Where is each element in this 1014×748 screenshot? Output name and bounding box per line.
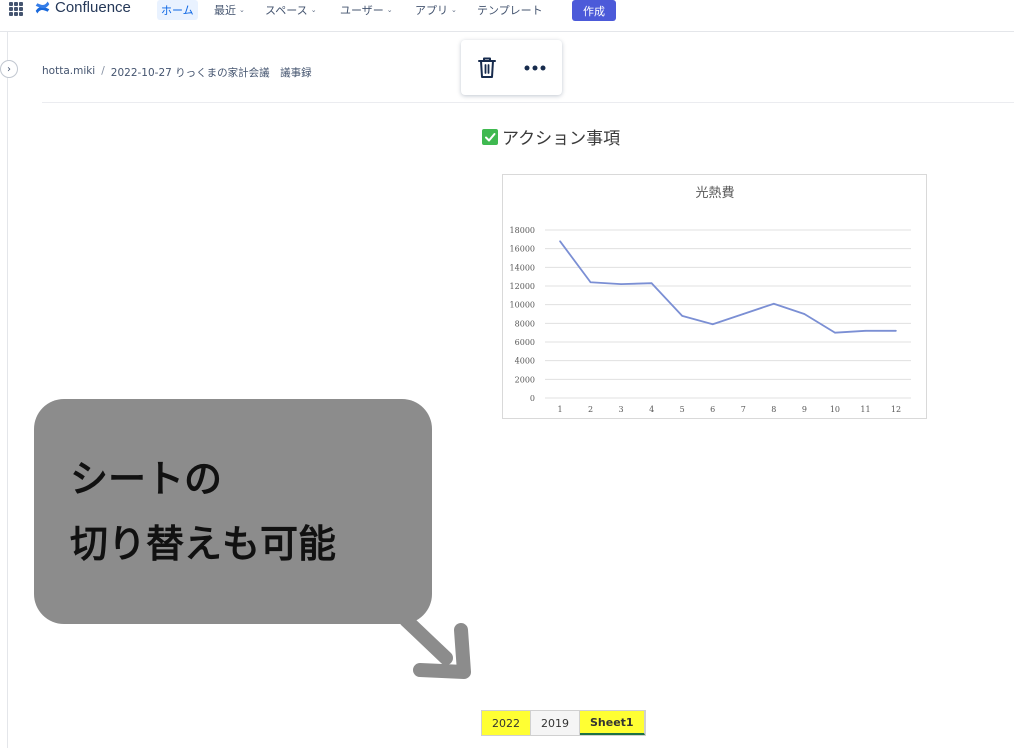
x-tick-label: 1 — [557, 405, 562, 414]
x-tick-label: 2 — [588, 405, 593, 414]
checkbox-checked-icon — [482, 128, 498, 145]
nav-spaces[interactable]: スペース ⌄ — [265, 0, 317, 20]
data-point — [864, 330, 867, 332]
divider — [42, 102, 1014, 103]
y-tick-label: 18000 — [510, 226, 535, 235]
chevron-down-icon: ⌄ — [386, 6, 393, 14]
data-point — [681, 315, 683, 317]
more-options-button[interactable] — [520, 53, 550, 83]
y-tick-label: 4000 — [515, 357, 535, 366]
data-point — [773, 302, 775, 305]
callout-line-2: 切り替えも可能 — [70, 521, 337, 566]
data-point — [650, 282, 653, 284]
x-tick-label: 9 — [802, 405, 807, 414]
x-tick-label: 7 — [741, 405, 746, 414]
arrow-down-right-icon — [399, 613, 471, 679]
y-tick-label: 12000 — [510, 282, 535, 291]
y-tick-label: 14000 — [510, 263, 535, 272]
annotation-callout: シートの 切り替えも可能 — [34, 399, 432, 624]
x-tick-label: 5 — [680, 405, 685, 414]
chart-title: 光熱費 — [695, 186, 734, 201]
section-heading: アクション事項 — [482, 124, 620, 149]
delete-button[interactable] — [472, 53, 502, 83]
callout-line-1: シートの — [70, 457, 223, 501]
trash-icon — [478, 57, 496, 78]
y-tick-label: 2000 — [515, 375, 535, 384]
data-point — [742, 313, 745, 315]
breadcrumb: hotta.miki / 2022-10-27 りっくまの家計会議 議事録 — [42, 65, 312, 80]
more-horizontal-icon — [524, 65, 546, 71]
nav-spaces-label: スペース — [265, 4, 308, 17]
nav-recent[interactable]: 最近 ⌄ — [214, 0, 245, 20]
chevron-right-icon: › — [7, 63, 11, 75]
data-point — [711, 323, 714, 326]
confluence-mark-icon — [35, 1, 50, 14]
nav-people-label: ユーザー — [340, 4, 384, 17]
macro-toolbar — [461, 40, 562, 95]
nav-people[interactable]: ユーザー ⌄ — [340, 0, 393, 20]
nav-home-label: ホーム — [161, 4, 194, 17]
nav-home[interactable]: ホーム — [157, 0, 198, 20]
x-tick-label: 10 — [830, 405, 840, 414]
create-button[interactable]: 作成 — [572, 0, 616, 21]
app-switcher-icon[interactable] — [9, 2, 23, 16]
x-tick-label: 6 — [710, 405, 715, 414]
data-point — [559, 240, 561, 242]
y-tick-label: 0 — [530, 394, 535, 403]
y-tick-label: 16000 — [510, 245, 535, 254]
x-tick-label: 12 — [891, 405, 901, 414]
x-tick-label: 11 — [860, 405, 870, 414]
sheet-tab-2019[interactable]: 2019 — [531, 711, 580, 735]
nav-recent-label: 最近 — [214, 4, 236, 17]
data-point — [895, 330, 897, 332]
breadcrumb-item-space[interactable]: hotta.miki — [42, 65, 95, 80]
y-tick-label: 6000 — [515, 338, 535, 347]
sheet-tabs: 2022 2019 Sheet1 — [481, 710, 646, 736]
nav-templates-label: テンプレート — [477, 4, 543, 17]
data-point — [620, 283, 622, 285]
y-tick-label: 10000 — [510, 301, 535, 310]
callout-text: シートの 切り替えも可能 — [70, 447, 336, 576]
nav-apps-label: アプリ — [415, 4, 448, 17]
page: Confluence ホーム 最近 ⌄ スペース ⌄ ユーザー ⌄ アプリ ⌄ … — [0, 0, 1014, 748]
sidebar-rail — [0, 32, 8, 748]
top-nav: Confluence ホーム 最近 ⌄ スペース ⌄ ユーザー ⌄ アプリ ⌄ … — [0, 0, 1014, 32]
line-chart: 光熱費 0 2000 4000 6000 8000 10000 12000 14000 16000… — [510, 186, 911, 414]
x-tick-label: 3 — [619, 405, 624, 414]
sheet-tab-2022[interactable]: 2022 — [482, 711, 531, 735]
confluence-logo[interactable]: Confluence — [34, 0, 131, 16]
breadcrumb-separator: / — [101, 65, 105, 77]
app-name: Confluence — [55, 0, 131, 16]
data-point — [589, 281, 592, 284]
nav-apps[interactable]: アプリ ⌄ — [415, 0, 457, 20]
y-tick-label: 8000 — [515, 319, 535, 328]
nav-templates[interactable]: テンプレート — [477, 0, 543, 20]
chevron-down-icon: ⌄ — [310, 6, 317, 14]
data-point — [803, 313, 806, 315]
breadcrumb-item-page[interactable]: 2022-10-27 りっくまの家計会議 議事録 — [111, 65, 312, 80]
chevron-down-icon: ⌄ — [451, 6, 457, 14]
x-tick-label: 8 — [771, 405, 776, 414]
heading-text: アクション事項 — [502, 129, 621, 149]
x-tick-label: 4 — [649, 405, 654, 414]
series-line — [559, 240, 896, 334]
excel-chart: 光熱費 0 2000 4000 6000 8000 10000 12000 14000 16000… — [502, 174, 927, 419]
sheet-tab-sheet1[interactable]: Sheet1 — [580, 711, 645, 735]
data-point — [834, 331, 836, 334]
chevron-down-icon: ⌄ — [239, 6, 245, 14]
sidebar-expand-button[interactable]: › — [0, 60, 18, 78]
